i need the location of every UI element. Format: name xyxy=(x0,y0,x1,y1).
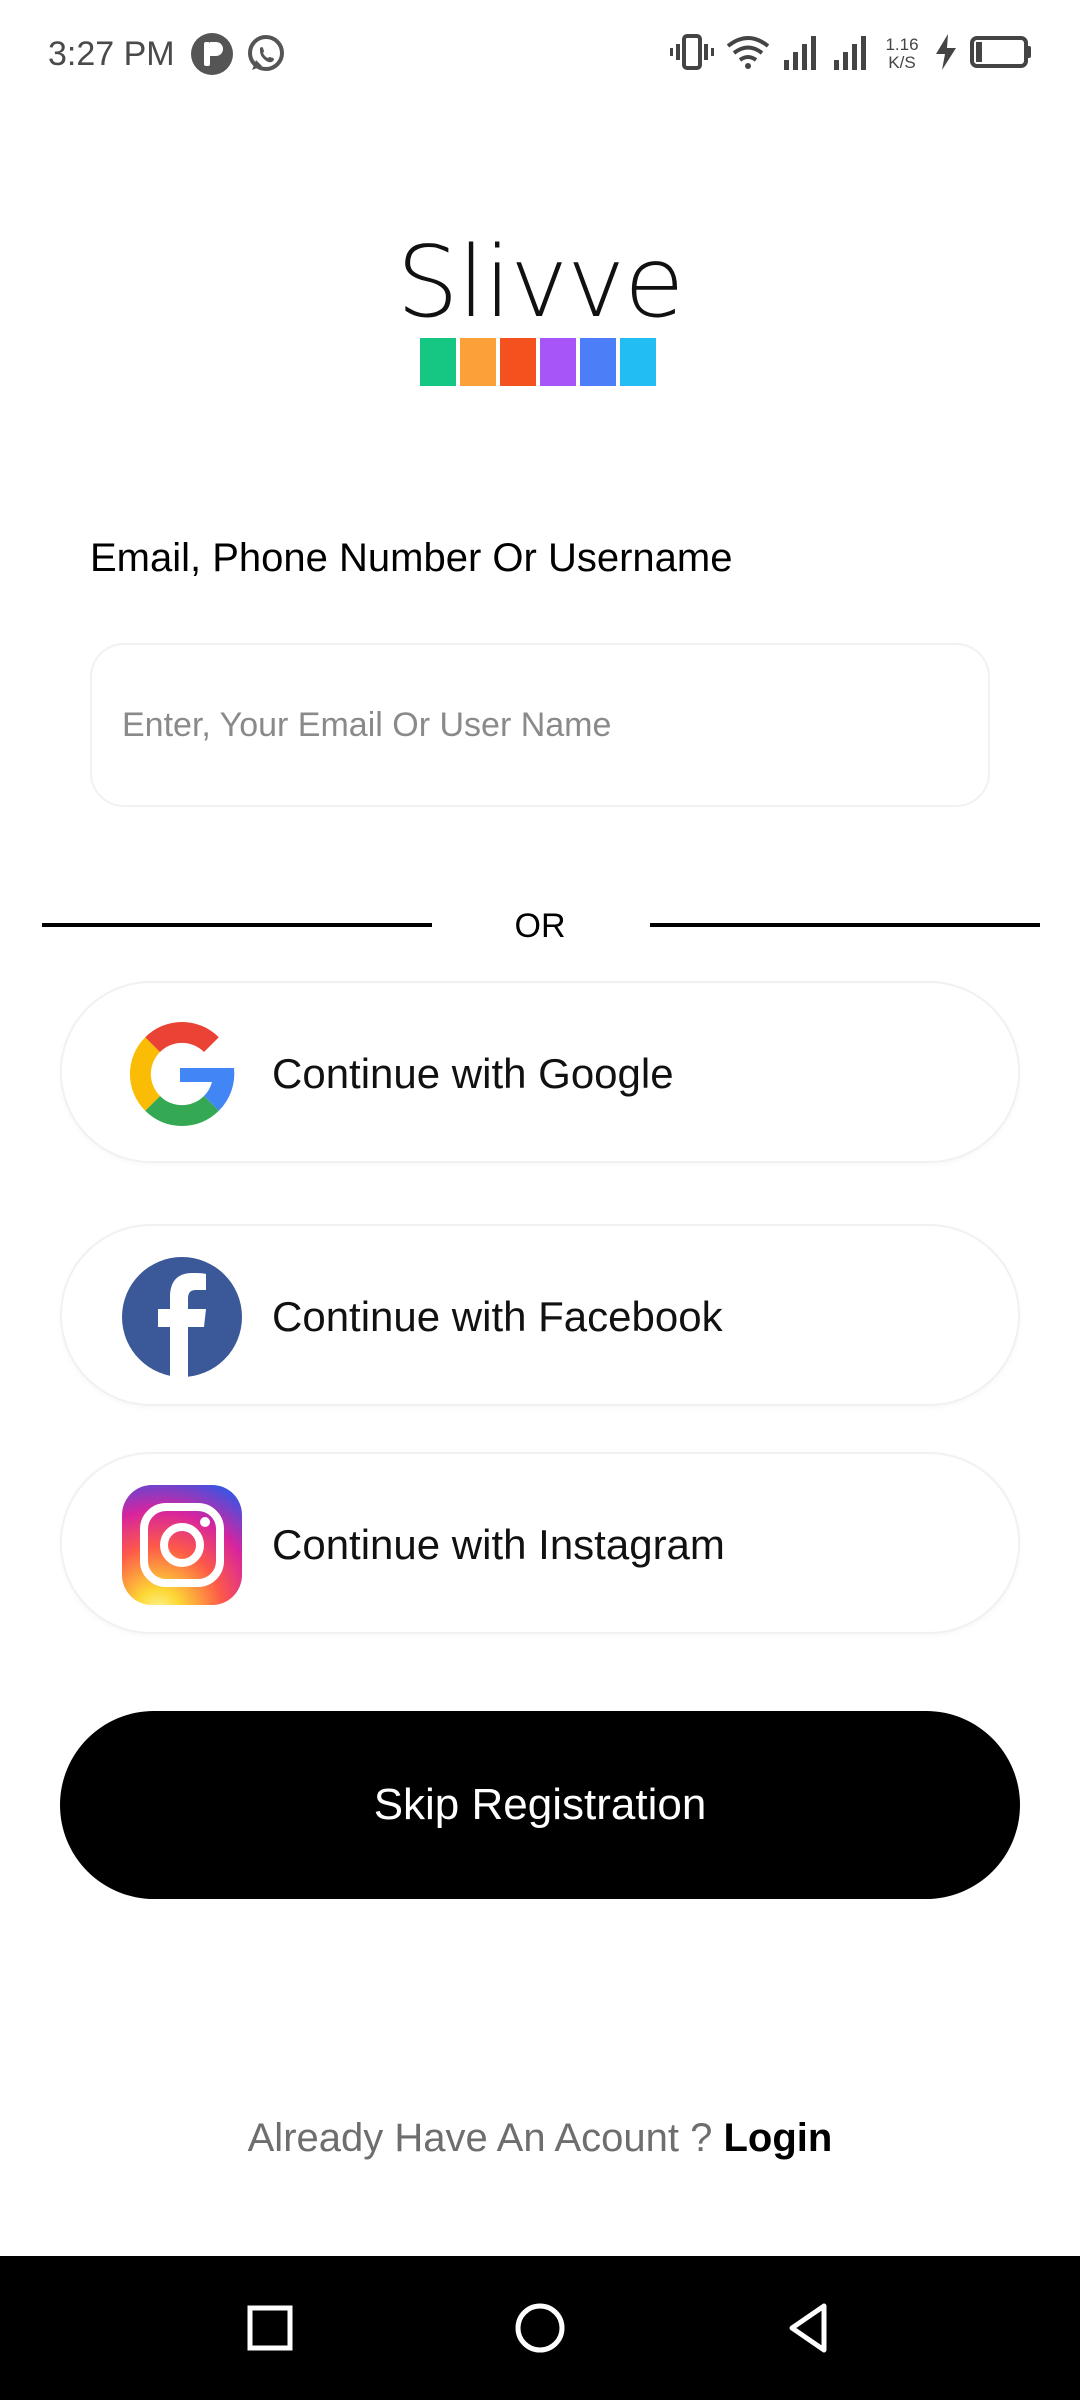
app-logo-wordmark: Slivve xyxy=(396,226,685,340)
network-speed-value: 1.16 xyxy=(885,35,919,54)
home-icon[interactable] xyxy=(500,2288,580,2368)
skip-registration-button[interactable]: Skip Registration xyxy=(60,1711,1020,1899)
system-navigation-bar xyxy=(0,2256,1080,2400)
signal-icon xyxy=(782,32,820,77)
divider-line-left xyxy=(42,923,432,927)
signal-icon xyxy=(832,32,870,77)
continue-with-facebook-button[interactable]: Continue with Facebook xyxy=(60,1224,1020,1406)
status-time: 3:27 PM xyxy=(48,35,175,73)
recents-icon[interactable] xyxy=(230,2288,310,2368)
login-prompt: Already Have An Acount ? Login xyxy=(0,2110,1080,2166)
google-icon xyxy=(122,1014,242,1134)
battery-icon xyxy=(970,32,1032,77)
facebook-button-label: Continue with Facebook xyxy=(272,1293,723,1340)
email-field-label: Email, Phone Number Or Username xyxy=(90,536,733,580)
network-speed: 1.16 K/S xyxy=(882,36,922,72)
logo-color-block xyxy=(420,338,456,386)
instagram-icon xyxy=(122,1485,242,1605)
continue-with-google-button[interactable]: Continue with Google xyxy=(60,981,1020,1163)
facebook-icon xyxy=(122,1257,242,1377)
back-icon[interactable] xyxy=(770,2288,850,2368)
logo-color-block xyxy=(500,338,536,386)
continue-with-instagram-button[interactable]: Continue with Instagram xyxy=(60,1452,1020,1634)
app-p-icon xyxy=(190,32,234,76)
whatsapp-icon xyxy=(244,32,288,76)
email-field[interactable] xyxy=(90,643,990,807)
login-prompt-text: Already Have An Acount ? xyxy=(247,2116,713,2160)
logo-color-block xyxy=(540,338,576,386)
divider-line-right xyxy=(650,923,1040,927)
status-icons: 1.16 K/S xyxy=(670,30,1032,78)
logo-color-block xyxy=(580,338,616,386)
vibrate-icon xyxy=(670,32,714,77)
instagram-button-label: Continue with Instagram xyxy=(272,1521,725,1568)
or-divider-text: OR xyxy=(514,907,566,945)
network-speed-unit: K/S xyxy=(888,53,916,72)
google-button-label: Continue with Google xyxy=(272,1050,674,1097)
wifi-icon xyxy=(726,32,770,77)
logo-color-block xyxy=(460,338,496,386)
app-logo-color-strip xyxy=(420,338,662,386)
login-link[interactable]: Login xyxy=(724,2116,833,2160)
charging-icon xyxy=(934,32,958,77)
logo-color-block xyxy=(620,338,656,386)
